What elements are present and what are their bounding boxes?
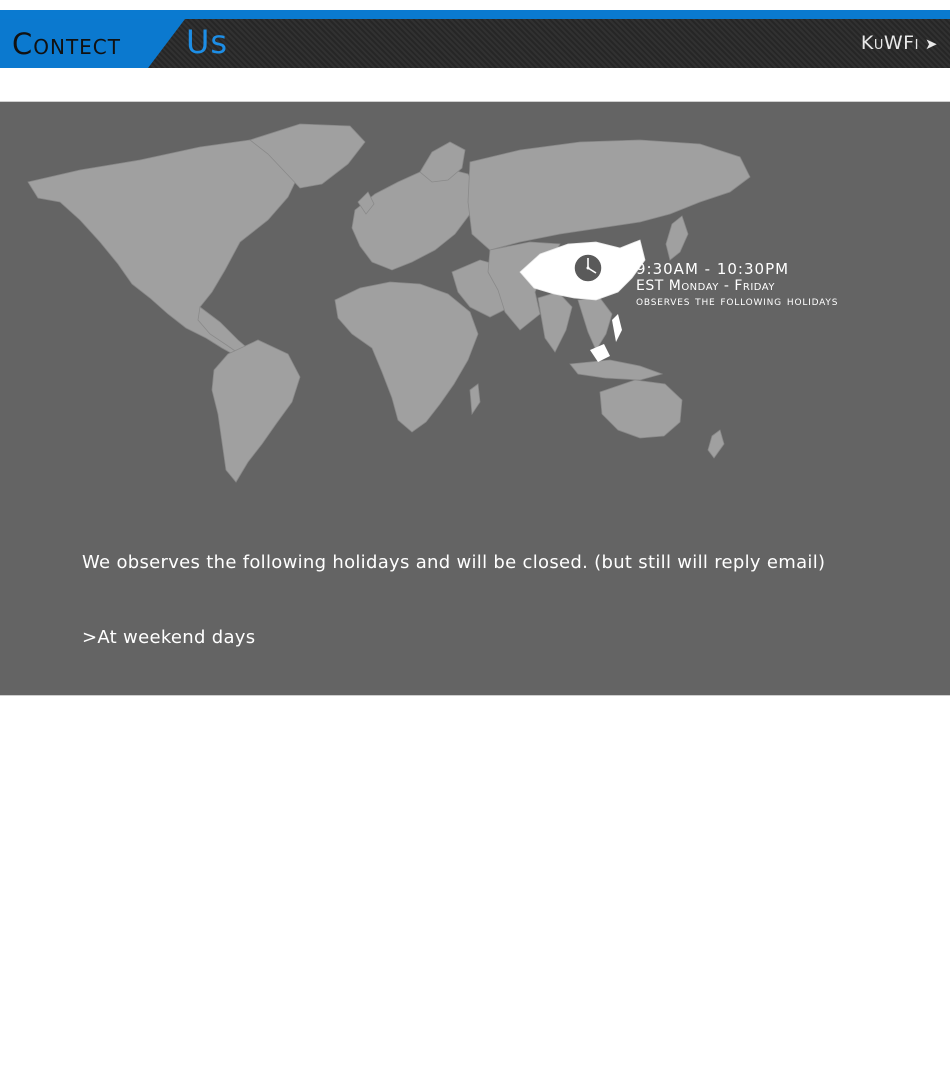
brand-link[interactable]: KuWFi ➤ (861, 30, 938, 56)
map-russia (467, 139, 751, 251)
notice-line: >New Year's Day, January 1 (82, 702, 341, 723)
page-title-contect: Contect (12, 27, 121, 61)
map-indonesia (569, 359, 664, 381)
clock-icon (573, 253, 603, 283)
world-map (27, 123, 751, 483)
notice-line: If you still cannot get in the goods in … (82, 852, 801, 873)
map-japan (665, 215, 689, 261)
service-hours: 9:30AM - 10:30PM EST Monday - Friday obs… (636, 261, 838, 310)
header-banner: Contect Us KuWFi ➤ (0, 0, 950, 68)
map-india (537, 291, 573, 353)
map-madagascar (469, 383, 481, 416)
map-southeast-asia (577, 297, 613, 351)
service-days: EST Monday - Friday (636, 278, 775, 294)
page-title-us: Us (186, 23, 229, 61)
notice-line: >Spring Festival (82, 777, 235, 798)
map-new-zealand (707, 429, 725, 459)
map-australia (599, 379, 683, 439)
play-arrow-icon: ➤ (924, 35, 938, 53)
contact-panel: 9:30AM - 10:30PM EST Monday - Friday obs… (0, 101, 950, 1023)
map-philippines-highlight (612, 314, 622, 342)
notice-line: don not leave negative feedback Just Ple… (82, 927, 863, 948)
map-borneo-highlight (590, 344, 610, 362)
notice-line: We observes the following holidays and w… (82, 552, 826, 573)
notice-line: Information , Problem , Everything will … (82, 1002, 560, 1023)
service-time: 9:30AM - 10:30PM (636, 260, 790, 278)
notice-line: >At weekend days (82, 627, 256, 648)
brand-logo-text: KuWFi (860, 32, 919, 54)
map-south-america (211, 339, 301, 483)
map-africa (334, 281, 479, 433)
header-accent-strip (0, 10, 950, 19)
service-holiday-note: observes the following holidays (636, 294, 839, 309)
holiday-notice: We observes the following holidays and w… (82, 500, 862, 1075)
map-europe (351, 167, 481, 271)
